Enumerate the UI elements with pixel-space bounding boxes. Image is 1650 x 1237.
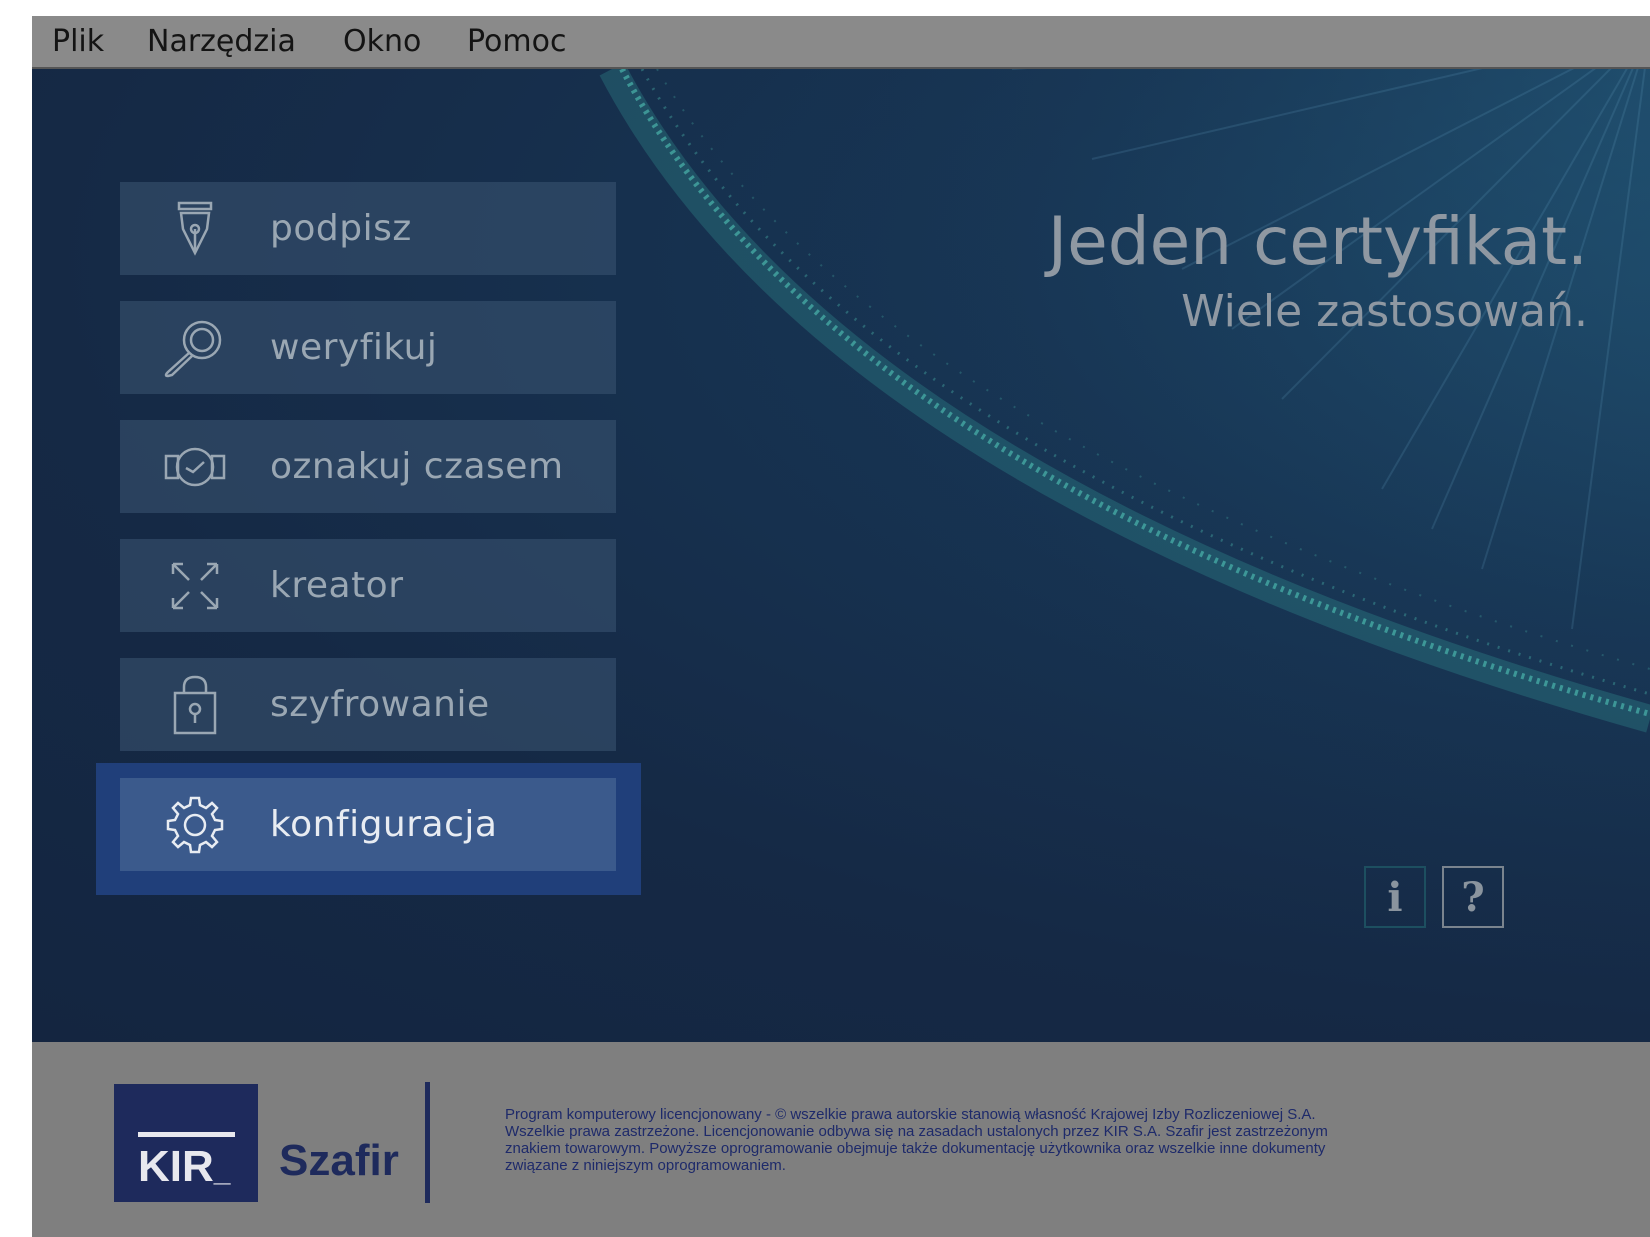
nav-szyfrowanie-button[interactable]: szyfrowanie (120, 658, 616, 751)
logo-divider (425, 1082, 430, 1203)
menu-okno[interactable]: Okno (343, 24, 421, 59)
nav-weryfikuj-button[interactable]: weryfikuj (120, 301, 616, 394)
pen-nib-icon (120, 182, 270, 275)
szafir-logo-text: Szafir (279, 1136, 399, 1185)
menu-bar: Plik Narzędzia Okno Pomoc (32, 16, 1650, 69)
menu-narzedzia[interactable]: Narzędzia (147, 24, 296, 59)
magnifier-icon (120, 301, 270, 394)
menu-pomoc[interactable]: Pomoc (467, 24, 566, 59)
nav-oznakuj-czasem-button[interactable]: oznakuj czasem (120, 420, 616, 513)
nav-label: weryfikuj (270, 327, 438, 368)
tagline-subline: Wiele zastosowań. (1181, 286, 1588, 337)
app-window: Plik Narzędzia Okno Pomoc Jeden certyfik… (32, 16, 1650, 1237)
kir-logo: KIR_ (114, 1084, 258, 1202)
help-button[interactable]: ? (1442, 866, 1504, 928)
nav-konfiguracja-button[interactable]: konfiguracja (120, 778, 616, 871)
expand-arrows-icon (120, 539, 270, 632)
clock-stamp-icon (120, 420, 270, 513)
menu-plik[interactable]: Plik (52, 24, 104, 59)
nav-label: szyfrowanie (270, 684, 490, 725)
nav-podpisz-button[interactable]: podpisz (120, 182, 616, 275)
nav-label: podpisz (270, 208, 412, 249)
padlock-icon (120, 658, 270, 751)
legal-notice: Program komputerowy licencjonowany - © w… (505, 1106, 1328, 1174)
tagline: Jeden certyfikat. Wiele zastosowań. (1048, 202, 1588, 340)
nav-label: kreator (270, 565, 404, 606)
nav-label: konfiguracja (270, 804, 498, 845)
nav-kreator-button[interactable]: kreator (120, 539, 616, 632)
tagline-headline: Jeden certyfikat. (1047, 203, 1588, 280)
gear-icon (120, 778, 270, 871)
nav-label: oznakuj czasem (270, 446, 564, 487)
info-button[interactable]: i (1364, 866, 1426, 928)
